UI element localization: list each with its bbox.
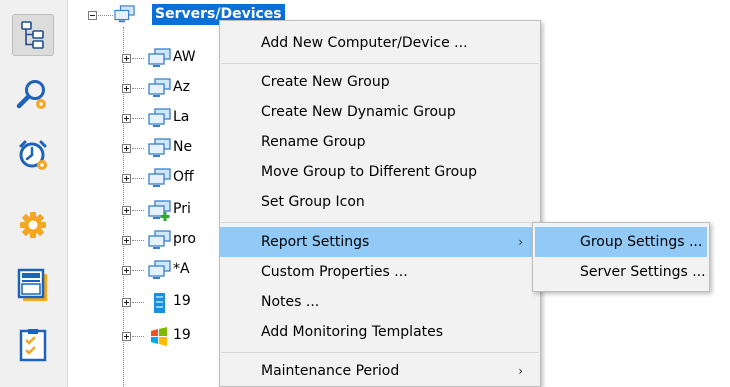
expand-icon[interactable] — [122, 332, 131, 341]
menu-item-rename-group[interactable]: Rename Group — [220, 127, 540, 157]
windows-logo-icon — [148, 326, 170, 346]
expand-icon[interactable] — [122, 266, 131, 275]
tree-connector-line — [132, 302, 144, 303]
menu-item-move-group[interactable]: Move Group to Different Group — [220, 157, 540, 187]
computer-group-icon — [148, 230, 171, 250]
menu-item-add-new-computer[interactable]: Add New Computer/Device ... — [220, 28, 540, 58]
news-report-icon[interactable] — [14, 266, 52, 304]
tree-connector-line — [132, 270, 144, 271]
menu-item-maintenance-period[interactable]: Maintenance Period › — [220, 356, 540, 386]
chevron-right-icon: › — [518, 364, 523, 378]
tree-node-label[interactable]: AW — [173, 49, 196, 65]
expand-icon[interactable] — [122, 144, 131, 153]
menu-item-report-settings[interactable]: Report Settings › — [220, 227, 540, 257]
submenu-item-server-settings[interactable]: Server Settings ... — [535, 257, 707, 287]
chevron-right-icon: › — [518, 235, 523, 249]
tree-node-label[interactable]: Off — [173, 169, 194, 185]
server-icon — [148, 292, 170, 313]
menu-item-create-new-group[interactable]: Create New Group — [220, 67, 540, 97]
computer-group-icon — [148, 168, 171, 188]
expand-icon[interactable] — [122, 206, 131, 215]
expand-icon[interactable] — [122, 236, 131, 245]
tree-node-label[interactable]: Az — [173, 79, 190, 95]
tree-connector-line — [132, 210, 144, 211]
menu-item-set-group-icon[interactable]: Set Group Icon — [220, 187, 540, 217]
report-settings-submenu: Group Settings ... Server Settings ... — [532, 222, 710, 292]
menu-item-notes[interactable]: Notes ... — [220, 287, 540, 317]
context-menu: Add New Computer/Device ... Create New G… — [219, 20, 541, 387]
menu-separator — [221, 222, 539, 223]
tree-connector-line — [98, 15, 113, 16]
expand-icon[interactable] — [122, 54, 131, 63]
menu-item-custom-properties[interactable]: Custom Properties ... — [220, 257, 540, 287]
search-settings-icon[interactable] — [14, 76, 52, 114]
menu-item-label: Report Settings — [261, 234, 370, 250]
computer-group-icon — [148, 108, 171, 128]
tree-connector-line — [132, 118, 144, 119]
tree-node-label[interactable]: Pri — [173, 201, 191, 217]
tree-node-label[interactable]: *A — [173, 261, 190, 277]
tree-view-icon[interactable] — [12, 14, 54, 56]
computer-group-icon — [148, 78, 171, 98]
tree-node-label[interactable]: La — [173, 109, 189, 125]
menu-item-add-monitoring-templates[interactable]: Add Monitoring Templates — [220, 317, 540, 347]
tree-connector-line — [132, 148, 144, 149]
gear-icon[interactable] — [14, 206, 52, 244]
left-toolbar — [0, 0, 68, 387]
tree-connector-line — [132, 178, 144, 179]
collapse-icon[interactable] — [88, 11, 97, 20]
expand-icon[interactable] — [122, 114, 131, 123]
tree-connector-line — [132, 336, 144, 337]
computer-group-add-icon — [148, 200, 171, 221]
tree-node-label[interactable]: Ne — [173, 139, 192, 155]
tree-connector-line — [132, 240, 144, 241]
tree-node-label[interactable]: 19 — [173, 327, 191, 343]
checklist-icon[interactable] — [14, 326, 52, 364]
expand-icon[interactable] — [122, 84, 131, 93]
expand-icon[interactable] — [122, 298, 131, 307]
computer-group-icon — [114, 5, 135, 23]
menu-separator — [221, 352, 539, 353]
computer-group-icon — [148, 48, 171, 68]
computer-group-icon — [148, 260, 171, 280]
alarm-settings-icon[interactable] — [14, 136, 52, 174]
tree-node-label[interactable]: pro — [173, 231, 196, 247]
menu-item-label: Maintenance Period — [261, 363, 400, 379]
computer-group-icon — [148, 138, 171, 158]
tree-node-label[interactable]: 19 — [173, 293, 191, 309]
expand-icon[interactable] — [122, 174, 131, 183]
tree-connector-line — [132, 88, 144, 89]
tree-connector-line — [132, 58, 144, 59]
submenu-item-group-settings[interactable]: Group Settings ... — [535, 227, 707, 257]
menu-item-create-dynamic-group[interactable]: Create New Dynamic Group — [220, 97, 540, 127]
menu-separator — [221, 63, 539, 64]
